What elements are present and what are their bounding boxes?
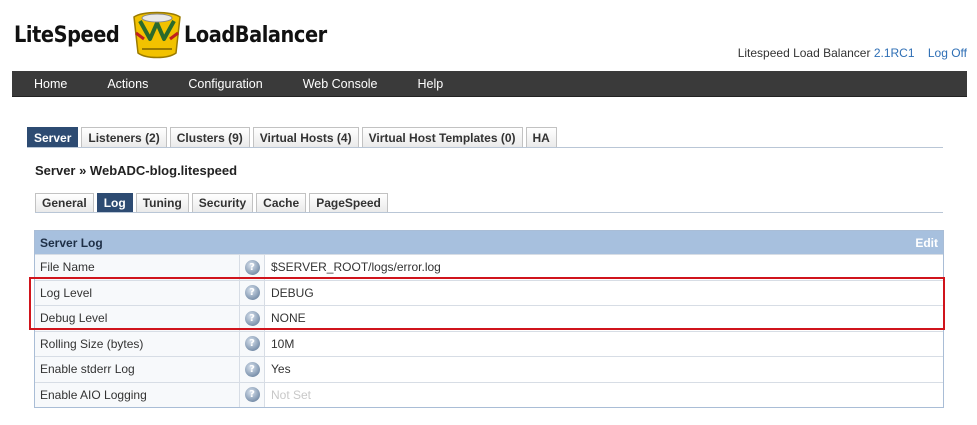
header-status: Litespeed Load Balancer 2.1RC1 Log Off [738,46,967,60]
row-value: Yes [271,362,291,377]
nav-actions[interactable]: Actions [85,77,148,91]
litespeed-logo[interactable]: LiteSpeed LoadBalancer [14,10,346,60]
help-icon[interactable]: ? [244,387,260,403]
help-icon[interactable]: ? [244,336,260,352]
row-value: 10M [271,336,295,351]
server-subtabs: General Log Tuning Security Cache PageSp… [35,192,943,213]
help-icon[interactable]: ? [244,310,260,326]
row-value: NONE [271,311,306,326]
logo-emblem-icon [128,9,186,61]
row-label: Enable stderr Log [35,357,240,382]
row-label: Rolling Size (bytes) [35,331,240,356]
nav-configuration[interactable]: Configuration [166,77,262,91]
logoff-link[interactable]: Log Off [928,46,967,60]
table-row-file-name: File Name ? $SERVER_ROOT/logs/error.log [35,254,943,280]
nav-web-console[interactable]: Web Console [281,77,378,91]
subtab-log[interactable]: Log [96,193,133,212]
server-log-panel: Server Log Edit File Name ? $SERVER_ROOT… [34,230,944,408]
table-row-debug-level: Debug Level ? NONE [35,305,943,331]
panel-header: Server Log Edit [35,231,943,254]
subtab-security[interactable]: Security [191,193,254,212]
tab-server[interactable]: Server [27,127,79,147]
row-label: File Name [35,255,240,280]
help-icon[interactable]: ? [244,361,260,377]
subtab-cache[interactable]: Cache [256,193,307,212]
table-row-enable-stderr-log: Enable stderr Log ? Yes [35,356,943,382]
nav-home[interactable]: Home [12,77,67,91]
tab-virtual-hosts[interactable]: Virtual Hosts (4) [252,127,359,147]
subtab-pagespeed[interactable]: PageSpeed [309,193,388,212]
help-icon[interactable]: ? [244,285,260,301]
row-label: Log Level [35,280,240,305]
logo-word-litespeed: LiteSpeed [14,22,120,48]
subtab-general[interactable]: General [35,193,94,212]
row-value: Not Set [271,387,312,402]
product-name: Litespeed Load Balancer [737,46,871,60]
breadcrumb: Server » WebADC-blog.litespeed [35,163,238,178]
row-value: DEBUG [271,285,314,300]
app-header: LiteSpeed LoadBalancer Litespeed Load Ba… [0,0,977,70]
tab-ha[interactable]: HA [525,127,557,147]
main-nav: Home Actions Configuration Web Console H… [12,71,967,97]
nav-help[interactable]: Help [396,77,444,91]
table-row-enable-aio-logging: Enable AIO Logging ? Not Set [35,381,943,407]
config-tabs: Server Listeners (2) Clusters (9) Virtua… [27,126,943,148]
row-value: $SERVER_ROOT/logs/error.log [271,260,441,275]
row-label: Debug Level [35,306,240,331]
table-row-log-level: Log Level ? DEBUG [35,279,943,305]
logo-word-loadbalancer: LoadBalancer [183,22,327,48]
subtab-tuning[interactable]: Tuning [135,193,189,212]
table-row-rolling-size: Rolling Size (bytes) ? 10M [35,330,943,356]
tab-listeners[interactable]: Listeners (2) [81,127,167,147]
product-version: 2.1RC1 [873,46,915,60]
help-icon[interactable]: ? [244,259,260,275]
tab-virtual-host-templates[interactable]: Virtual Host Templates (0) [361,127,523,147]
panel-title: Server Log [40,235,103,250]
row-label: Enable AIO Logging [35,382,240,407]
edit-button[interactable]: Edit [915,236,938,250]
tab-clusters[interactable]: Clusters (9) [169,127,250,147]
